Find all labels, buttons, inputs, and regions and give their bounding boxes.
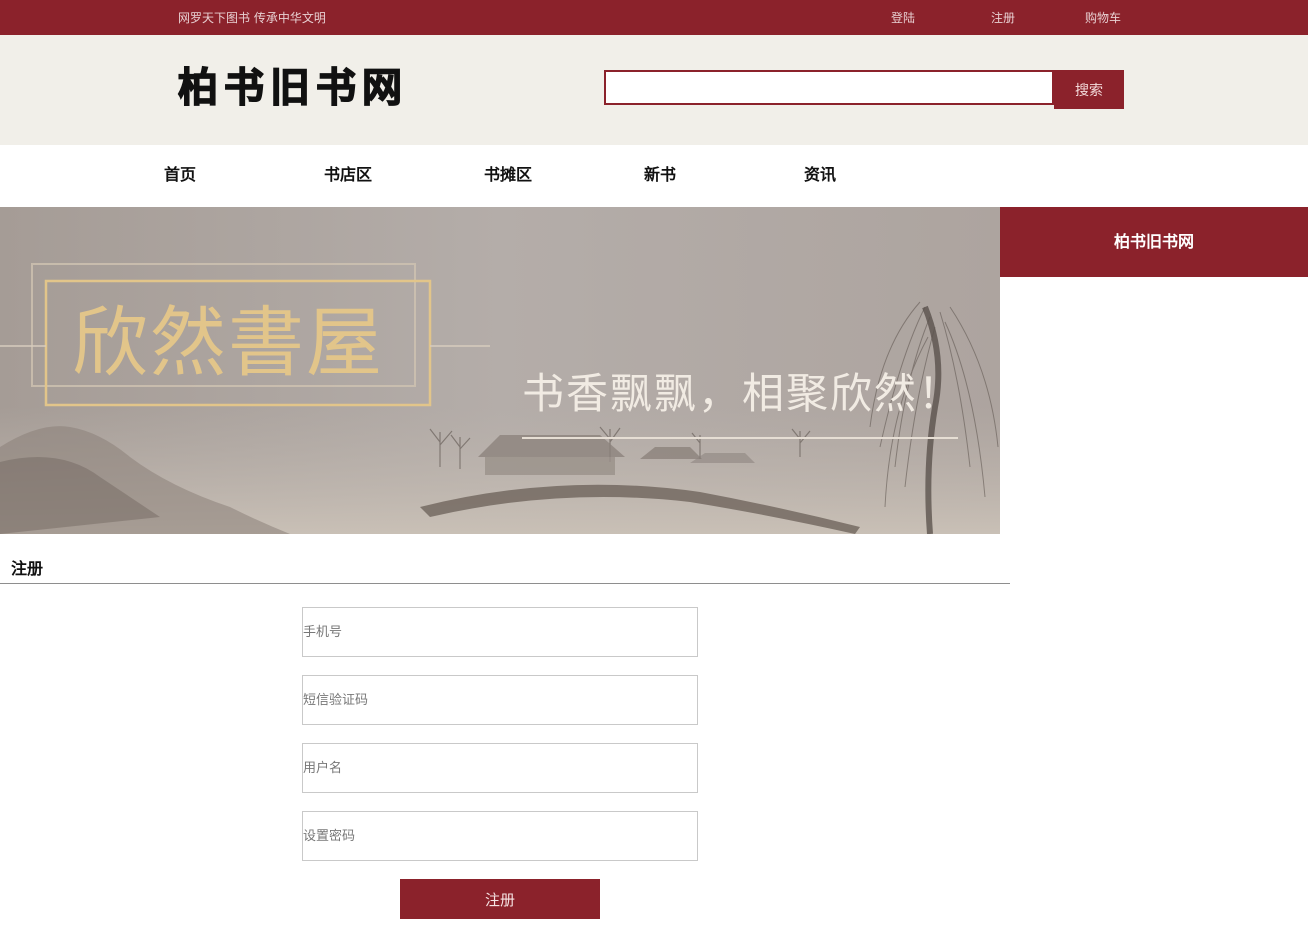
header: 柏书旧书网 搜索 xyxy=(0,35,1308,145)
sms-code-field[interactable] xyxy=(302,675,698,725)
main-nav: 首页 书店区 书摊区 新书 资讯 xyxy=(0,145,1308,207)
site-slogan: 网罗天下图书 传承中华文明 xyxy=(178,11,326,25)
nav-item-news[interactable]: 资讯 xyxy=(804,145,836,205)
search-button[interactable]: 搜索 xyxy=(1054,70,1124,109)
banner-title: 欣然書屋 xyxy=(72,298,384,387)
nav-item-home[interactable]: 首页 xyxy=(164,145,196,205)
nav-item-bookstalls[interactable]: 书摊区 xyxy=(484,145,532,205)
site-logo[interactable]: 柏书旧书网 xyxy=(177,64,408,112)
sidebar-title: 柏书旧书网 xyxy=(1000,207,1308,277)
cart-link[interactable]: 购物车 xyxy=(1085,0,1121,37)
password-field[interactable] xyxy=(302,811,698,861)
top-bar: 网罗天下图书 传承中华文明 登陆 注册 购物车 xyxy=(0,0,1308,35)
search-input[interactable] xyxy=(604,70,1054,105)
register-section-title: 注册 xyxy=(11,559,44,578)
nav-item-new-books[interactable]: 新书 xyxy=(644,145,676,205)
phone-field[interactable] xyxy=(302,607,698,657)
login-link[interactable]: 登陆 xyxy=(891,0,915,37)
banner-tagline: 书香飘飘，相聚欣然！ xyxy=(522,369,963,418)
register-link[interactable]: 注册 xyxy=(991,0,1015,37)
register-submit-button[interactable]: 注册 xyxy=(400,879,600,919)
username-field[interactable] xyxy=(302,743,698,793)
nav-item-bookstores[interactable]: 书店区 xyxy=(324,145,372,205)
hero-banner: 欣然書屋 书香飘飘，相聚欣然！ xyxy=(0,207,1000,534)
section-divider xyxy=(0,583,1010,584)
